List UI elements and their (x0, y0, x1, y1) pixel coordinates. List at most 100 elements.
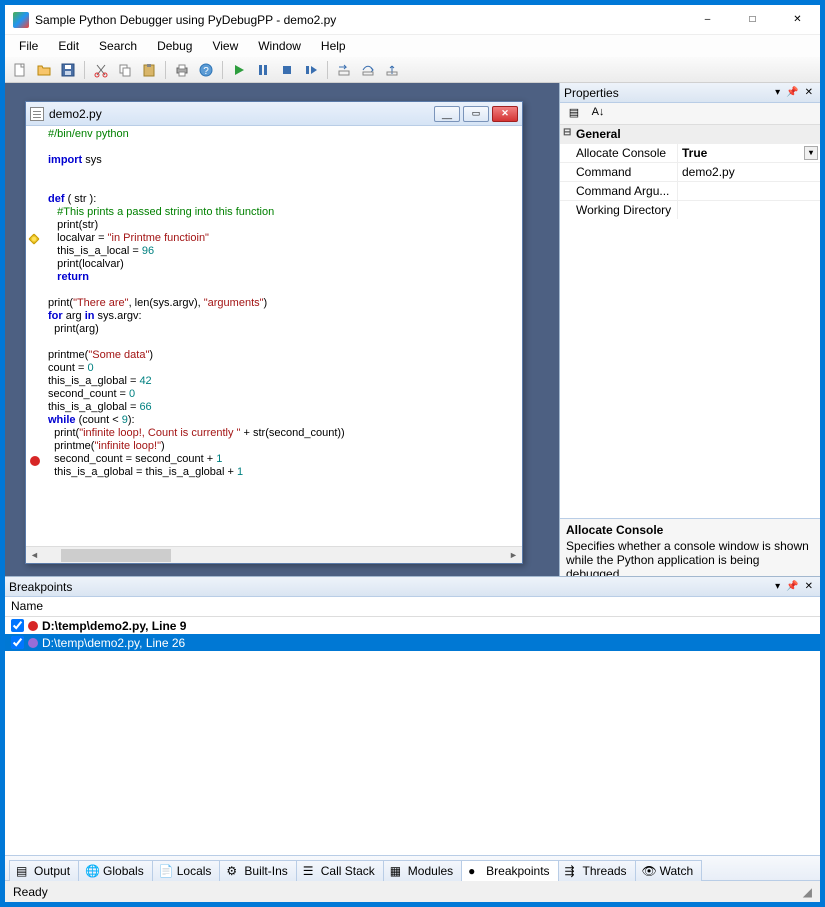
categorized-button[interactable]: ▤ (564, 105, 584, 123)
about-button[interactable]: ? (195, 59, 217, 81)
menu-search[interactable]: Search (89, 37, 147, 55)
properties-header[interactable]: Properties ▾ 📌 ✕ (560, 83, 820, 103)
code-line[interactable]: printme("Some data") (26, 349, 522, 362)
step-into-button[interactable] (333, 59, 355, 81)
property-value[interactable] (678, 182, 820, 200)
step-over-button[interactable] (357, 59, 379, 81)
property-grid[interactable]: General Allocate ConsoleTrue▾Commanddemo… (560, 125, 820, 518)
menu-help[interactable]: Help (311, 37, 356, 55)
scroll-left-icon[interactable]: ◄ (26, 550, 43, 560)
property-row[interactable]: Working Directory (560, 200, 820, 219)
breakpoints-list[interactable]: D:\temp\demo2.py, Line 9D:\temp\demo2.py… (5, 617, 820, 855)
minimize-button[interactable]: – (685, 5, 730, 35)
code-line[interactable]: #This prints a passed string into this f… (26, 206, 522, 219)
property-category[interactable]: General (560, 125, 820, 143)
code-line[interactable]: print("There are", len(sys.argv), "argum… (26, 297, 522, 310)
panel-pin-icon[interactable]: 📌 (783, 87, 801, 98)
code-line[interactable]: import sys (26, 154, 522, 167)
breakpoint-checkbox[interactable] (11, 636, 24, 649)
editor-hscrollbar[interactable]: ◄ ► (26, 546, 522, 563)
code-line[interactable]: print(str) (26, 219, 522, 232)
code-line[interactable] (26, 141, 522, 154)
code-line[interactable]: localvar = "in Printme functioin" (26, 232, 522, 245)
code-line[interactable] (26, 167, 522, 180)
code-line[interactable]: this_is_a_global = this_is_a_global + 1 (26, 466, 522, 479)
code-line[interactable]: #/bin/env python (26, 128, 522, 141)
menu-file[interactable]: File (9, 37, 48, 55)
maximize-button[interactable]: □ (730, 5, 775, 35)
code-line[interactable]: print("infinite loop!, Count is currentl… (26, 427, 522, 440)
breakpoint-row[interactable]: D:\temp\demo2.py, Line 9 (5, 617, 820, 634)
panel-pin-icon[interactable]: 📌 (783, 581, 801, 592)
tab-watch[interactable]: 👁Watch (635, 860, 703, 881)
code-line[interactable]: this_is_a_global = 66 (26, 401, 522, 414)
panel-dropdown-icon[interactable]: ▾ (772, 581, 783, 592)
pause-button[interactable] (252, 59, 274, 81)
property-row[interactable]: Command Argu... (560, 181, 820, 200)
code-line[interactable]: this_is_a_global = 42 (26, 375, 522, 388)
alphabetical-button[interactable]: A↓ (588, 105, 608, 123)
code-line[interactable]: second_count = second_count + 1 (26, 453, 522, 466)
editor-minimize-button[interactable]: __ (434, 106, 460, 122)
save-button[interactable] (57, 59, 79, 81)
code-line[interactable]: printme("infinite loop!") (26, 440, 522, 453)
tab-globals[interactable]: 🌐Globals (78, 860, 153, 881)
stop-button[interactable] (276, 59, 298, 81)
dropdown-icon[interactable]: ▾ (804, 146, 818, 160)
breakpoint-checkbox[interactable] (11, 619, 24, 632)
scroll-thumb[interactable] (61, 549, 171, 562)
step-out-button[interactable] (381, 59, 403, 81)
resize-grip-icon[interactable]: ◢ (803, 885, 812, 899)
code-line[interactable]: this_is_a_local = 96 (26, 245, 522, 258)
copy-button[interactable] (114, 59, 136, 81)
breakpoints-column-header[interactable]: Name (5, 597, 820, 617)
menu-view[interactable]: View (202, 37, 248, 55)
property-value[interactable]: demo2.py (678, 163, 820, 181)
tab-threads[interactable]: ⇶Threads (558, 860, 636, 881)
menu-window[interactable]: Window (248, 37, 311, 55)
breakpoints-header[interactable]: Breakpoints ▾ 📌 ✕ (5, 577, 820, 597)
tab-locals[interactable]: 📄Locals (152, 860, 221, 881)
cut-button[interactable] (90, 59, 112, 81)
code-line[interactable] (26, 180, 522, 193)
code-line[interactable]: def ( str ): (26, 193, 522, 206)
code-line[interactable]: print(arg) (26, 323, 522, 336)
tab-call-stack[interactable]: ☰Call Stack (296, 860, 384, 881)
editor-close-button[interactable]: ✕ (492, 106, 518, 122)
tab-breakpoints[interactable]: ●Breakpoints (461, 860, 558, 881)
code-editor[interactable]: #/bin/env python import sys def ( str ):… (26, 126, 522, 546)
code-line[interactable] (26, 284, 522, 297)
code-line[interactable]: count = 0 (26, 362, 522, 375)
property-row[interactable]: Allocate ConsoleTrue▾ (560, 143, 820, 162)
run-button[interactable] (228, 59, 250, 81)
panel-dropdown-icon[interactable]: ▾ (772, 87, 783, 98)
property-row[interactable]: Commanddemo2.py (560, 162, 820, 181)
properties-panel: Properties ▾ 📌 ✕ ▤ A↓ General Allocate C… (559, 83, 820, 576)
breakpoint-row[interactable]: D:\temp\demo2.py, Line 26 (5, 634, 820, 651)
property-value[interactable]: True▾ (678, 144, 820, 162)
panel-close-icon[interactable]: ✕ (802, 581, 816, 592)
print-button[interactable] (171, 59, 193, 81)
editor-titlebar[interactable]: demo2.py __ ▭ ✕ (26, 102, 522, 126)
restart-button[interactable] (300, 59, 322, 81)
tab-output[interactable]: ▤Output (9, 860, 79, 881)
panel-close-icon[interactable]: ✕ (802, 87, 816, 98)
editor-maximize-button[interactable]: ▭ (463, 106, 489, 122)
tab-modules[interactable]: ▦Modules (383, 860, 462, 881)
close-button[interactable]: ✕ (775, 5, 820, 35)
open-file-button[interactable] (33, 59, 55, 81)
scroll-right-icon[interactable]: ► (505, 550, 522, 560)
tab-built-ins[interactable]: ⚙Built-Ins (219, 860, 296, 881)
code-line[interactable]: second_count = 0 (26, 388, 522, 401)
code-line[interactable]: return (26, 271, 522, 284)
menu-edit[interactable]: Edit (48, 37, 89, 55)
paste-button[interactable] (138, 59, 160, 81)
menu-debug[interactable]: Debug (147, 37, 202, 55)
code-line[interactable] (26, 336, 522, 349)
code-line[interactable]: while (count < 9): (26, 414, 522, 427)
breakpoint-marker-icon[interactable] (30, 456, 40, 466)
new-file-button[interactable] (9, 59, 31, 81)
code-line[interactable]: print(localvar) (26, 258, 522, 271)
code-line[interactable]: for arg in sys.argv: (26, 310, 522, 323)
property-value[interactable] (678, 201, 820, 219)
